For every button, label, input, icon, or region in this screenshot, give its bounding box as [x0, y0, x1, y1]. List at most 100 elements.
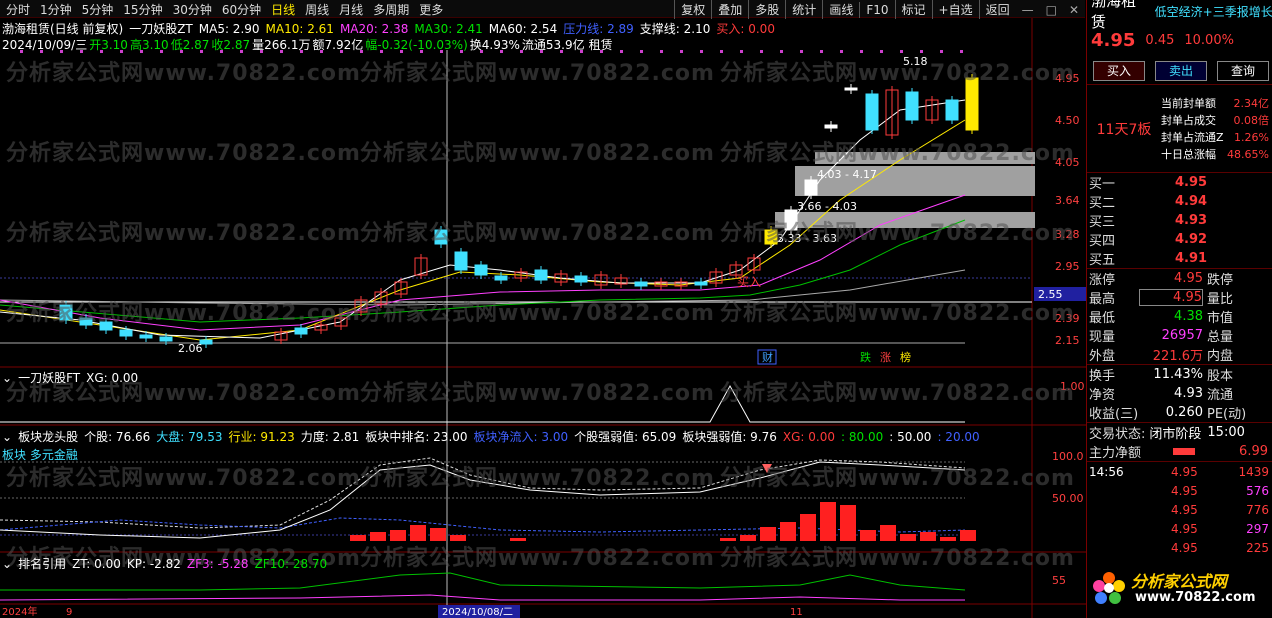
order-label: 买四	[1089, 234, 1116, 249]
signal-dot	[660, 50, 663, 53]
tick-volume: 1439	[1238, 464, 1269, 479]
watermark: 分析家公式网www.70822.com	[6, 141, 361, 166]
stat-value: 4.95	[1174, 271, 1203, 286]
collapse-icon[interactable]: ⌄	[2, 430, 12, 444]
order-row[interactable]: 买三 4.93	[1087, 211, 1272, 230]
signal-dot	[880, 50, 883, 53]
stat-value: 11.43%	[1153, 367, 1203, 382]
order-row[interactable]: 买四 4.92	[1087, 230, 1272, 249]
signal-dot	[860, 50, 863, 53]
price-axis-label: 4.50	[1055, 114, 1080, 127]
order-row[interactable]: 买五 4.91	[1087, 249, 1272, 268]
seal-value: 0.08倍	[1233, 114, 1270, 127]
watermark: 分析家公式网www.70822.com	[720, 141, 1075, 166]
seal-row: 封单占流通Z 1.26%	[1161, 129, 1272, 146]
order-row[interactable]: 买二 4.94	[1087, 192, 1272, 211]
panel2-title[interactable]: 一刀妖股FT	[18, 369, 80, 386]
order-label: 买一	[1089, 177, 1116, 192]
paiming-value: 板块中排名: 23.00	[365, 430, 468, 444]
collapse-icon[interactable]: ⌄	[2, 557, 12, 571]
buy-button[interactable]: 买入	[1093, 61, 1145, 81]
seal-row: 十日总涨幅 48.65%	[1161, 146, 1272, 163]
order-row[interactable]: 买一 4.95	[1087, 173, 1272, 192]
seal-label: 封单占成交	[1161, 114, 1216, 127]
seal-row: 当前封单额 2.34亿	[1161, 95, 1272, 112]
stats-table-2: 换手 11.43% 股本 净资 4.93 流通 收益(三) 0.260 PE(动)	[1087, 364, 1272, 422]
main-flow-bar	[1173, 448, 1196, 455]
signal-dot	[60, 50, 63, 53]
tick-row: 4.95 576	[1087, 481, 1272, 500]
trade-status-label: 交易状态:	[1089, 427, 1146, 442]
panel4-title[interactable]: 排名引用	[18, 555, 66, 572]
collapse-icon[interactable]: ⌄	[2, 371, 12, 385]
signal-dot	[440, 50, 443, 53]
volume-bar	[800, 514, 816, 541]
stat-label: 净资	[1089, 388, 1116, 403]
watermark: 分析家公式网www.70822.com	[360, 466, 715, 491]
bankuai-qr-value: 板块强弱值: 9.76	[682, 430, 777, 444]
ticker-scroll: 低空经济+三季报增长	[1154, 4, 1272, 19]
signal-dot	[80, 50, 83, 53]
panel3-header: ⌄ 板块龙头股 个股: 76.66 大盘: 79.53 行业: 91.23 力度…	[2, 428, 986, 445]
tick-row: 4.95 297	[1087, 519, 1272, 538]
candle-body	[694, 281, 708, 286]
tick-row: 4.95 776	[1087, 500, 1272, 519]
stat-value: 4.38	[1174, 309, 1203, 324]
stat-label: 涨停	[1089, 273, 1116, 288]
price-axis-label: 3.64	[1055, 194, 1080, 207]
watermark: 分析家公式网www.70822.com	[720, 301, 1075, 326]
candle-body	[804, 179, 818, 196]
signal-dot	[940, 50, 943, 53]
signal-dot	[540, 50, 543, 53]
watermark: 分析家公式网www.70822.com	[720, 61, 1075, 86]
sell-button[interactable]: 卖出	[1155, 61, 1207, 81]
query-button[interactable]: 查询	[1217, 61, 1269, 81]
signal-dot	[300, 50, 303, 53]
stat-row: 涨停 4.95 跌停	[1087, 269, 1272, 288]
signal-dot	[100, 50, 103, 53]
tick-volume: 776	[1246, 502, 1269, 517]
signal-dot	[920, 50, 923, 53]
watermark: 分析家公式网www.70822.com	[360, 221, 715, 246]
logo-url: www.70822.com	[1135, 590, 1256, 605]
geogu-value: 个股: 76.66	[84, 430, 151, 444]
zf3-line	[0, 594, 965, 601]
order-label: 买五	[1089, 253, 1116, 268]
volume-bar	[840, 505, 856, 541]
signal-dot	[500, 50, 503, 53]
stat-label: 现量	[1089, 330, 1116, 345]
signal-dot	[460, 50, 463, 53]
tick-volume: 576	[1246, 483, 1269, 498]
tick-list: 14:56 4.95 1439 4.95 576 4.95 776 4.95 297 4.95 22…	[1087, 461, 1272, 557]
price-change: 0.45	[1145, 32, 1175, 48]
signal-dot	[160, 50, 163, 53]
signal-dot	[900, 50, 903, 53]
signal-dot	[260, 50, 263, 53]
watermark: 分析家公式网www.70822.com	[720, 381, 1075, 406]
signal-dot	[700, 50, 703, 53]
seal-label: 十日总涨幅	[1161, 148, 1216, 161]
tick-row: 4.95 225	[1087, 538, 1272, 557]
tick-volume: 225	[1246, 540, 1269, 555]
hangye-value: 行业: 91.23	[228, 430, 295, 444]
panel3-title[interactable]: 板块龙头股	[18, 428, 78, 445]
watermark: 分析家公式网www.70822.com	[720, 221, 1075, 246]
price-axis-label: 2.95	[1055, 260, 1080, 273]
zf10-line	[0, 572, 966, 591]
stock-name: 渤海租赁	[1091, 0, 1137, 31]
seal-value: 48.65%	[1227, 147, 1269, 161]
candle-body	[474, 264, 488, 276]
candle-body	[119, 329, 133, 337]
signal-dot	[360, 50, 363, 53]
seal-info: 当前封单额 2.34亿封单占成交 0.08倍封单占流通Z 1.26% 十日总涨幅 48.6…	[1161, 95, 1272, 163]
signal-dot	[20, 50, 23, 53]
signal-dot	[960, 50, 963, 53]
candle-body	[634, 281, 648, 287]
v50-value: : 50.00	[889, 429, 932, 444]
signal-dot	[640, 50, 643, 53]
stat-value: 4.95	[1139, 289, 1203, 306]
order-price: 4.95	[1175, 175, 1208, 190]
seal-label: 当前封单额	[1161, 97, 1216, 110]
panel2-xg: XG: 0.00	[86, 370, 139, 385]
stat-row: 最低 4.38 市值	[1087, 307, 1272, 326]
